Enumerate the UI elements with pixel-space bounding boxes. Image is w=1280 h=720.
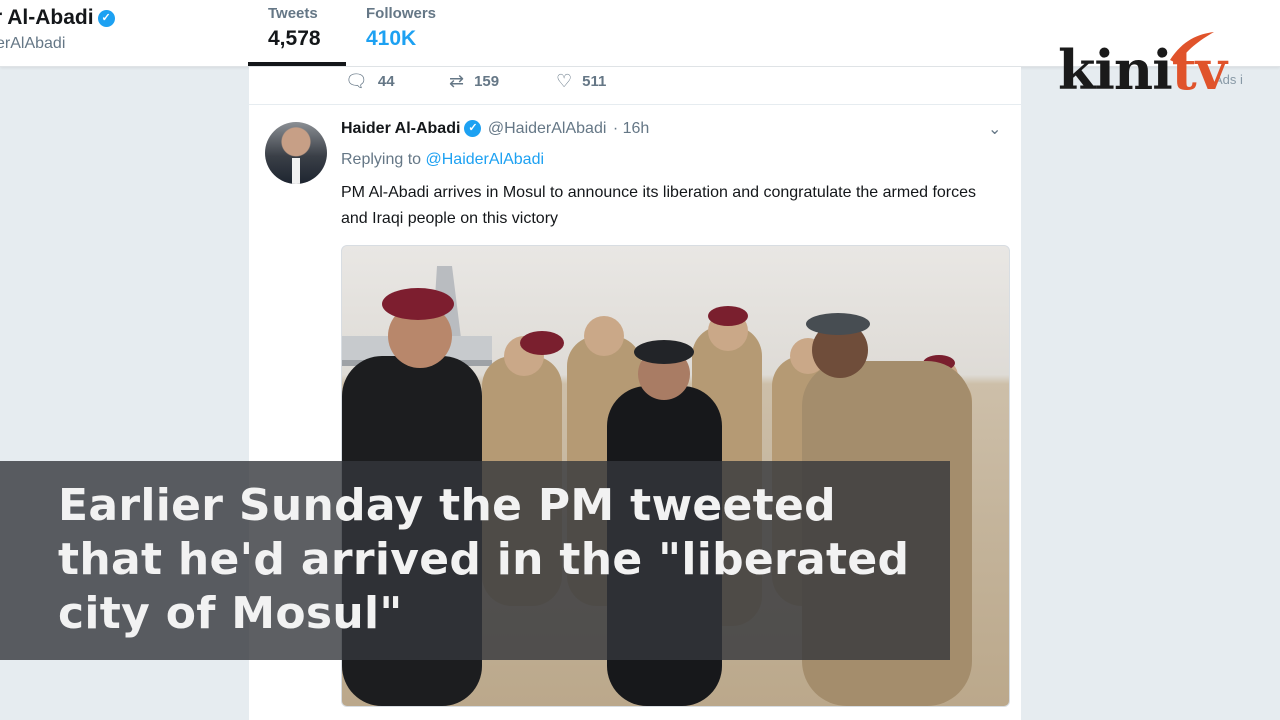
stat-followers[interactable]: Followers 410K bbox=[366, 5, 436, 51]
video-caption-overlay: Earlier Sunday the PM tweeted that he'd … bbox=[0, 461, 950, 660]
tweet-text: PM Al-Abadi arrives in Mosul to announce… bbox=[341, 184, 977, 227]
replying-to-prefix: Replying to bbox=[341, 151, 422, 168]
stat-followers-label: Followers bbox=[366, 5, 437, 22]
active-tab-indicator bbox=[248, 62, 346, 66]
avatar[interactable] bbox=[265, 122, 327, 184]
retweet-count: 159 bbox=[474, 73, 500, 90]
retweet-button[interactable]: ⇄ 159 bbox=[449, 71, 499, 92]
logo-word-kini: kini bbox=[1058, 38, 1173, 102]
avatar-shirt bbox=[292, 158, 300, 184]
heart-icon: ♡ bbox=[556, 71, 573, 91]
replying-to-link[interactable]: @HaiderAlAbadi bbox=[426, 151, 545, 168]
logo-word-tv: tv bbox=[1171, 38, 1227, 102]
author-handle[interactable]: @HaiderAlAbadi bbox=[488, 120, 607, 137]
caption-text: Earlier Sunday the PM tweeted that he'd … bbox=[58, 480, 910, 639]
verified-badge-icon: ✓ bbox=[97, 9, 115, 27]
tweet-time[interactable]: · 16h bbox=[613, 120, 649, 137]
previous-tweet-actions: 🗨︎ 44 ⇄ 159 ♡ 511 bbox=[249, 67, 1021, 105]
kinitv-logo: kinitv bbox=[1058, 30, 1258, 110]
reply-button[interactable]: 🗨︎ 44 bbox=[345, 71, 395, 92]
stat-tweets-label: Tweets bbox=[268, 5, 318, 22]
stat-tweets-value: 4,578 bbox=[268, 27, 321, 50]
stat-followers-value: 410K bbox=[366, 27, 417, 50]
profile-handle[interactable]: erAlAbadi bbox=[0, 35, 65, 53]
author-name[interactable]: Haider Al-Abadi bbox=[341, 120, 460, 137]
retweet-icon: ⇄ bbox=[449, 71, 465, 91]
like-count: 511 bbox=[582, 73, 607, 90]
stat-tweets[interactable]: Tweets 4,578 bbox=[268, 5, 321, 51]
profile-name[interactable]: r Al-Abadi ✓ bbox=[0, 6, 115, 30]
replying-to: Replying to @HaiderAlAbadi bbox=[341, 151, 544, 169]
logo-wordmark: kinitv bbox=[1058, 38, 1227, 102]
profile-name-text[interactable]: r Al-Abadi bbox=[0, 6, 94, 29]
reply-count: 44 bbox=[377, 73, 395, 90]
reply-icon: 🗨︎ bbox=[345, 71, 368, 91]
verified-badge-icon: ✓ bbox=[464, 120, 482, 138]
tweet-author: Haider Al-Abadi ✓ @HaiderAlAbadi · 16h bbox=[341, 120, 649, 138]
chevron-down-icon[interactable]: ⌄ bbox=[988, 119, 1001, 139]
like-button[interactable]: ♡ 511 bbox=[556, 71, 606, 92]
